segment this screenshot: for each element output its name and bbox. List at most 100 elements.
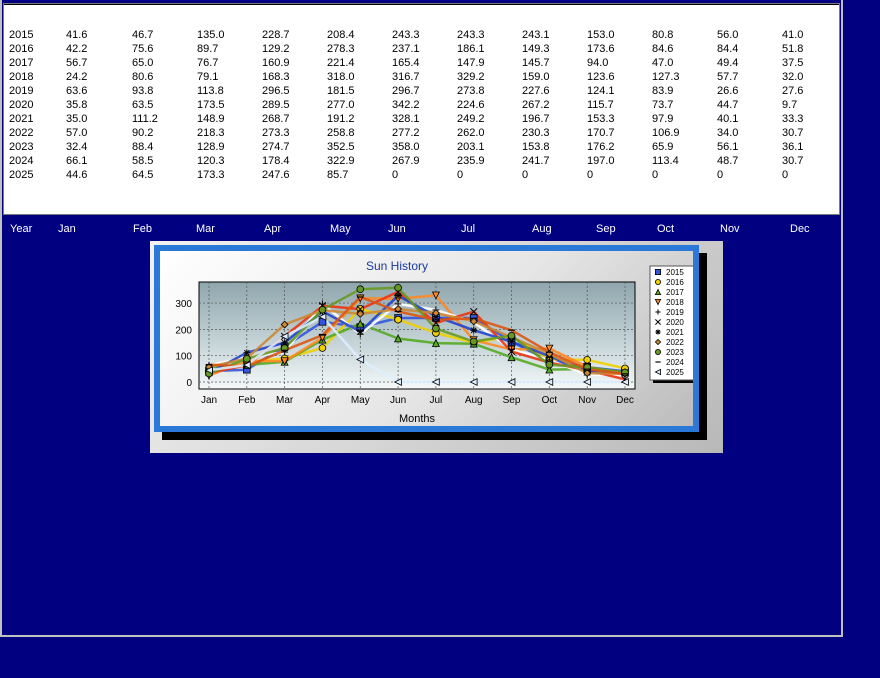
table-row: 2017 56.7 65.0 76.7 160.9 221.4 165.4 147.9 145.… — [4, 56, 839, 70]
cell-sep: 197.0 — [587, 155, 615, 167]
cell-apr: 129.2 — [262, 43, 290, 55]
legend-label: 2019 — [666, 308, 684, 317]
cell-sep: 170.7 — [587, 127, 615, 139]
cell-jan: 32.4 — [66, 141, 88, 153]
cell-jun: 165.4 — [392, 57, 420, 69]
data-point — [655, 329, 661, 335]
cell-dec: 30.7 — [782, 155, 804, 167]
cell-oct: 80.8 — [652, 29, 674, 41]
cell-nov: 48.7 — [717, 155, 739, 167]
cell-dec: 36.1 — [782, 141, 804, 153]
cell-year: 2025 — [9, 169, 34, 181]
cell-year: 2018 — [9, 71, 34, 83]
cell-jun: 243.3 — [392, 29, 420, 41]
cell-apr: 178.4 — [262, 155, 290, 167]
cell-jul: 0 — [457, 169, 464, 181]
cell-apr: 296.5 — [262, 85, 290, 97]
table-row: 2020 35.8 63.5 173.5 289.5 277.0 342.2 224.6 267… — [4, 98, 839, 112]
x-tick-label: Mar — [276, 395, 294, 406]
cell-may: 278.3 — [327, 43, 355, 55]
x-tick-label: Nov — [578, 395, 596, 406]
header-feb: Feb — [133, 223, 152, 235]
cell-may: 221.4 — [327, 57, 355, 69]
x-axis-label: Months — [399, 413, 436, 425]
cell-may: 191.2 — [327, 113, 355, 125]
y-tick-label: 0 — [186, 378, 192, 389]
cell-mar: 79.1 — [197, 71, 219, 83]
cell-feb: 88.4 — [132, 141, 154, 153]
cell-mar: 135.0 — [197, 29, 225, 41]
cell-jun: 277.2 — [392, 127, 420, 139]
cell-mar: 89.7 — [197, 43, 219, 55]
cell-aug: 159.0 — [522, 71, 550, 83]
cell-feb: 93.8 — [132, 85, 154, 97]
chart-title: Sun History — [366, 259, 428, 273]
cell-nov: 34.0 — [717, 127, 739, 139]
cell-apr: 273.3 — [262, 127, 290, 139]
cell-jun: 237.1 — [392, 43, 420, 55]
sun-history-chart: Sun History 0 100 200 300 Jan Feb Mar Apr May Jun… — [175, 259, 697, 425]
cell-dec: 27.6 — [782, 85, 804, 97]
cell-may: 181.5 — [327, 85, 355, 97]
header-jun: Jun — [388, 223, 406, 235]
cell-jan: 63.6 — [66, 85, 88, 97]
cell-oct: 47.0 — [652, 57, 674, 69]
x-tick-label: Apr — [315, 395, 331, 406]
cell-year: 2016 — [9, 43, 34, 55]
cell-mar: 113.8 — [197, 85, 224, 97]
legend-label: 2020 — [666, 318, 684, 327]
cell-feb: 58.5 — [132, 155, 154, 167]
data-point — [470, 326, 478, 334]
cell-year: 2015 — [9, 29, 34, 41]
chart-legend: 2015201620172018201920202021202220232024… — [649, 265, 697, 383]
cell-jan: 42.2 — [66, 43, 88, 55]
data-point — [394, 315, 402, 324]
chart-area: Sun History 0 100 200 300 Jan Feb Mar Apr May Jun… — [160, 251, 697, 426]
cell-mar: 76.7 — [197, 57, 219, 69]
y-tick-label: 300 — [175, 299, 192, 310]
x-tick-label: Jul — [430, 395, 443, 406]
cell-year: 2023 — [9, 141, 34, 153]
cell-aug: 0 — [522, 169, 529, 181]
data-point — [356, 285, 365, 294]
cell-dec: 33.3 — [782, 113, 804, 125]
cell-jul: 235.9 — [457, 155, 485, 167]
cell-may: 258.8 — [327, 127, 355, 139]
cell-dec: 37.5 — [782, 57, 804, 69]
cell-jan: 56.7 — [66, 57, 88, 69]
chart-frame: Sun History 0 100 200 300 Jan Feb Mar Apr May Jun… — [154, 245, 699, 432]
data-point — [394, 292, 402, 300]
legend-label: 2025 — [666, 368, 684, 377]
cell-nov: 49.4 — [717, 57, 739, 69]
cell-jan: 57.0 — [66, 127, 88, 139]
legend-label: 2024 — [666, 358, 684, 367]
cell-oct: 73.7 — [652, 99, 674, 111]
cell-oct: 84.6 — [652, 43, 674, 55]
cell-jun: 267.9 — [392, 155, 420, 167]
legend-label: 2016 — [666, 278, 684, 287]
data-point — [654, 278, 661, 285]
cell-nov: 56.1 — [717, 141, 739, 153]
cell-may: 85.7 — [327, 169, 349, 181]
cell-jan: 35.8 — [66, 99, 88, 111]
header-jul: Jul — [461, 223, 476, 235]
table-row: 2018 24.2 80.6 79.1 168.3 318.0 316.7 329.2 159.… — [4, 70, 839, 84]
cell-sep: 94.0 — [587, 57, 609, 69]
table-row: 2015 41.6 46.7 135.0 228.7 208.4 243.3 243.3 243… — [4, 28, 839, 42]
cell-jun: 296.7 — [392, 85, 420, 97]
cell-dec: 32.0 — [782, 71, 804, 83]
header-apr: Apr — [264, 223, 282, 235]
legend-label: 2017 — [666, 288, 684, 297]
data-point — [318, 305, 327, 314]
data-point — [545, 360, 554, 369]
cell-feb: 111.2 — [132, 113, 158, 125]
cell-feb: 64.5 — [132, 169, 154, 181]
cell-sep: 123.6 — [587, 71, 615, 83]
data-point — [356, 328, 364, 336]
table-row: 2022 57.0 90.2 218.3 273.3 258.8 277.2 262.0 230… — [4, 126, 839, 140]
cell-jun: 316.7 — [392, 71, 420, 83]
cell-apr: 247.6 — [262, 169, 290, 181]
data-table-panel: 2015 41.6 46.7 135.0 228.7 208.4 243.3 243.3 243… — [3, 3, 840, 215]
y-tick-label: 200 — [175, 325, 192, 336]
x-tick-label: Sep — [503, 395, 521, 406]
